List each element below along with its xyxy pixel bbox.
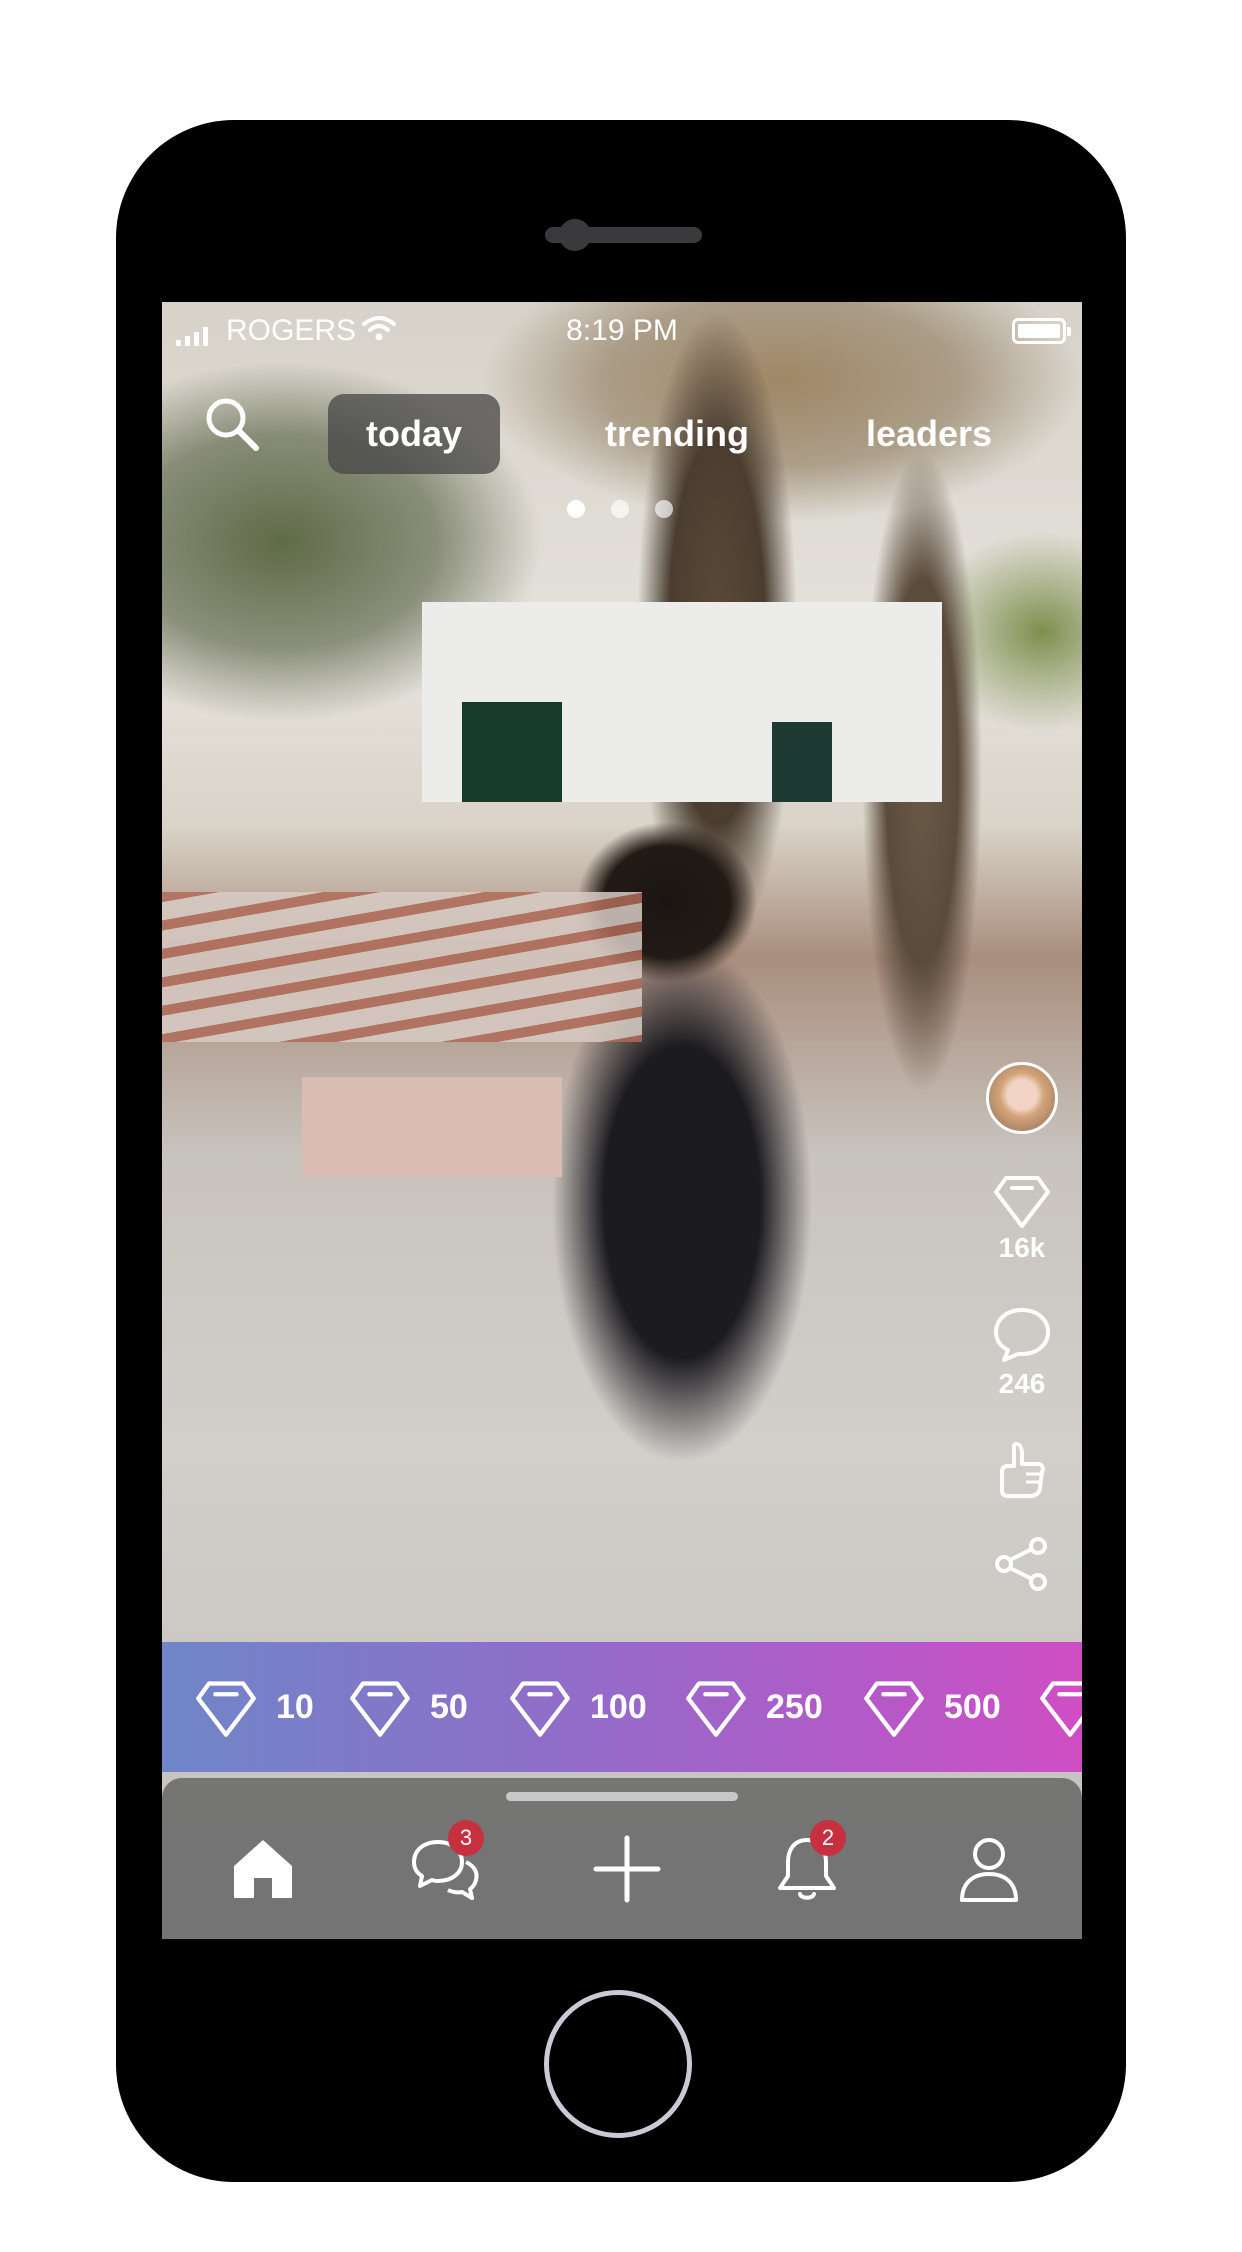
gift-amount: 10 xyxy=(276,1687,314,1726)
plus-icon xyxy=(593,1835,661,1903)
earpiece-speaker xyxy=(545,227,702,243)
page-dot xyxy=(611,500,629,518)
gift-amount: 100 xyxy=(590,1687,647,1726)
status-time: 8:19 PM xyxy=(566,314,678,347)
gift-option-more[interactable] xyxy=(1038,1642,1082,1772)
messages-badge: 3 xyxy=(448,1820,484,1856)
gift-option-50[interactable]: 50 xyxy=(348,1642,468,1772)
notifications-badge: 2 xyxy=(810,1820,846,1856)
gift-amount: 250 xyxy=(766,1687,823,1726)
nav-home[interactable] xyxy=(226,1832,300,1906)
background-window xyxy=(772,722,832,802)
gift-option-10[interactable]: 10 xyxy=(194,1642,314,1772)
comments-count: 246 xyxy=(998,1368,1046,1399)
diamond-icon xyxy=(196,1681,256,1737)
diamond-icon xyxy=(1040,1681,1082,1737)
home-button[interactable] xyxy=(544,1990,692,2138)
page-dot xyxy=(655,500,673,518)
page-indicator xyxy=(567,500,673,518)
gift-option-100[interactable]: 100 xyxy=(508,1642,647,1772)
video-feed-screen[interactable]: ROGERS 8:19 PM today trending leaders 16… xyxy=(162,302,1082,1939)
battery-icon xyxy=(1012,318,1071,344)
nav-messages[interactable]: 3 xyxy=(408,1820,484,1906)
diamond-icon xyxy=(864,1681,924,1737)
tab-today[interactable]: today xyxy=(328,394,500,474)
phone-frame: ROGERS 8:19 PM today trending leaders 16… xyxy=(116,120,1126,2182)
background-window xyxy=(462,702,562,802)
bottom-tab-bar: 3 2 xyxy=(162,1778,1082,1939)
diamond-icon xyxy=(350,1681,410,1737)
nav-notifications[interactable]: 2 xyxy=(770,1820,846,1906)
creator-avatar[interactable] xyxy=(986,1062,1058,1134)
gift-option-500[interactable]: 500 xyxy=(862,1642,1001,1772)
tab-leaders[interactable]: leaders xyxy=(834,394,1024,474)
diamond-icon xyxy=(686,1681,746,1737)
gift-amount: 50 xyxy=(430,1687,468,1726)
tab-trending[interactable]: trending xyxy=(582,394,772,474)
comment-icon[interactable] xyxy=(992,1304,1052,1364)
status-bar: ROGERS 8:19 PM xyxy=(162,302,1082,364)
gift-option-250[interactable]: 250 xyxy=(684,1642,823,1772)
gift-bar: 10 50 100 250 500 xyxy=(162,1642,1082,1772)
background-steps xyxy=(162,892,642,1042)
page-dot-active xyxy=(567,500,585,518)
nav-profile[interactable] xyxy=(952,1832,1026,1906)
share-icon[interactable] xyxy=(992,1534,1052,1594)
gift-amount: 500 xyxy=(944,1687,1001,1726)
user-icon xyxy=(960,1838,1018,1902)
background-bench xyxy=(302,1077,562,1177)
diamonds-count: 16k xyxy=(998,1232,1046,1263)
diamond-icon[interactable] xyxy=(992,1170,1052,1230)
nav-create[interactable] xyxy=(590,1832,664,1906)
drag-handle[interactable] xyxy=(506,1792,738,1801)
home-icon xyxy=(234,1840,292,1898)
thumbs-up-icon[interactable] xyxy=(992,1440,1052,1500)
search-icon[interactable] xyxy=(202,394,262,454)
diamond-icon xyxy=(510,1681,570,1737)
